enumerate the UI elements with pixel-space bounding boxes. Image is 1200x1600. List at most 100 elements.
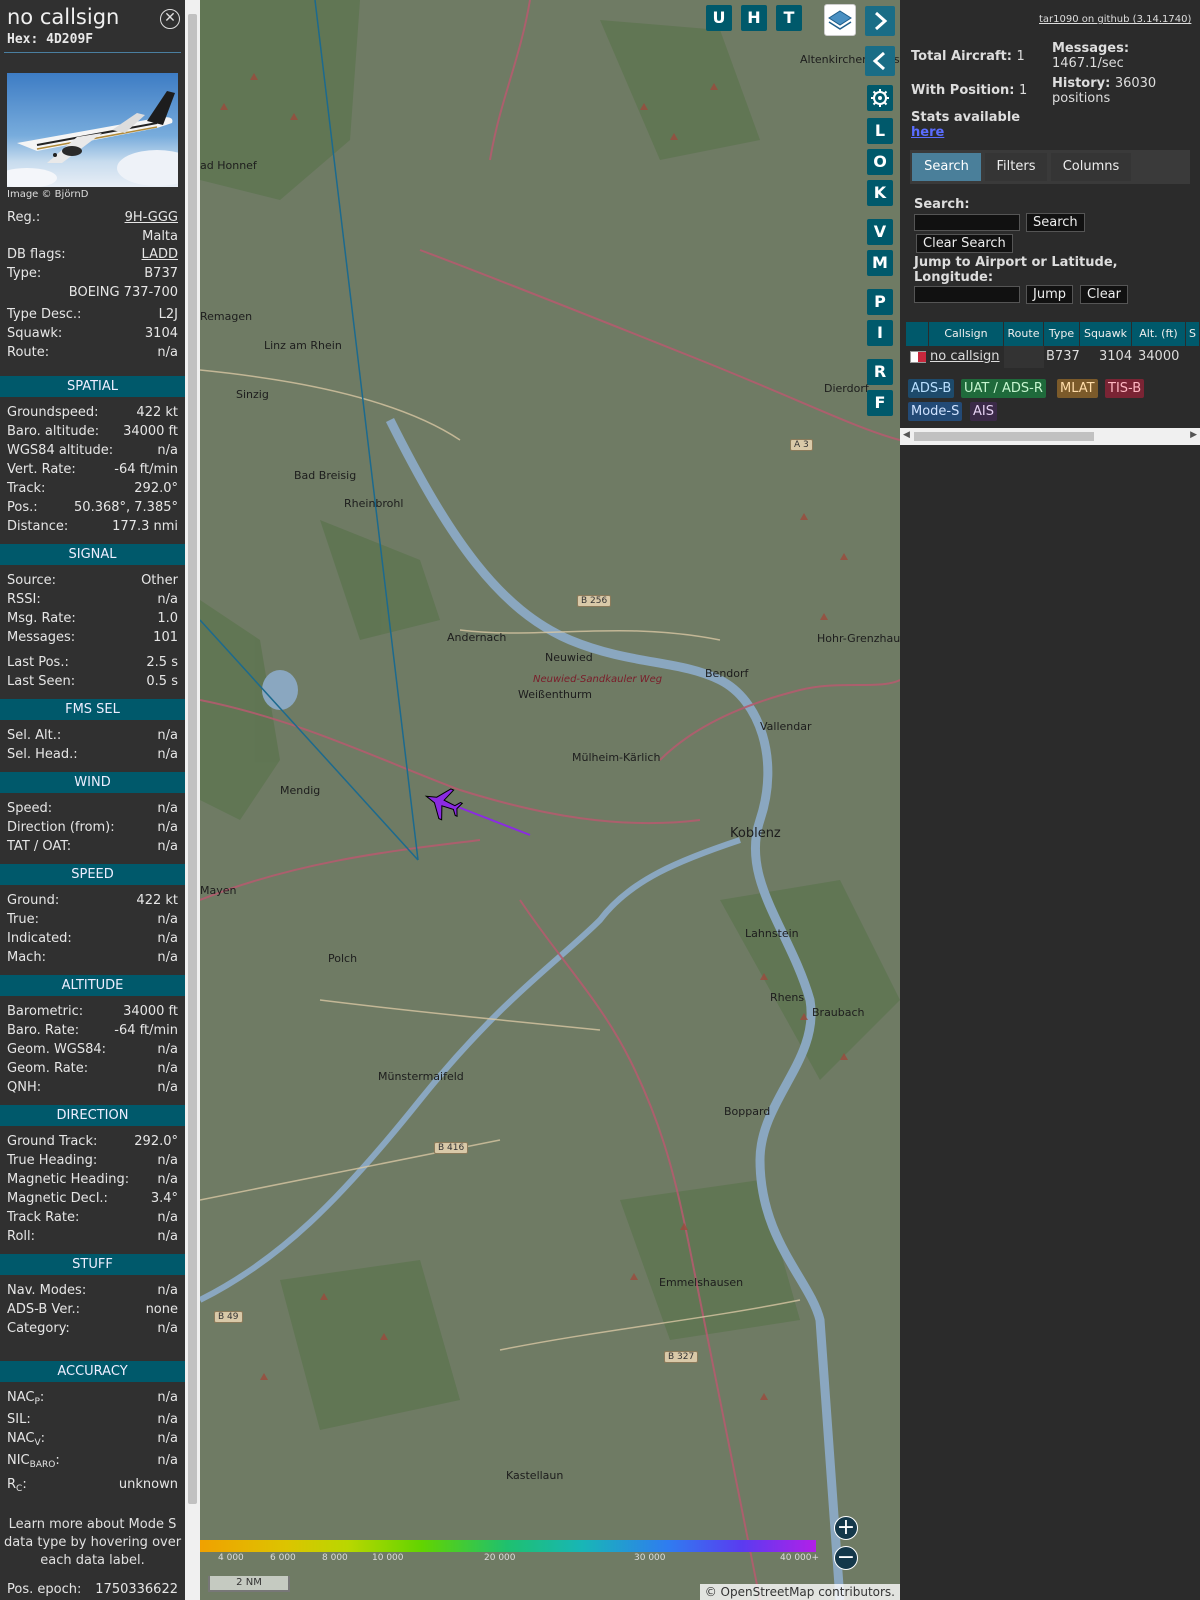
collapse-left-icon[interactable] bbox=[865, 46, 895, 76]
row-callsign[interactable]: no callsign bbox=[930, 346, 1000, 368]
place-label: Weißenthurm bbox=[518, 688, 593, 701]
section-spatial: SPATIAL bbox=[0, 376, 185, 397]
zoom-out-icon[interactable]: − bbox=[834, 1546, 858, 1570]
info-row-rc: RC: unknown bbox=[7, 1477, 178, 1494]
place-label: Neuwied-Sandkauler Weg bbox=[533, 674, 663, 685]
layers-icon[interactable] bbox=[824, 4, 856, 36]
toggle-l-button[interactable]: L bbox=[867, 118, 893, 144]
toggle-u-button[interactable]: U bbox=[706, 5, 732, 31]
toggle-i-button[interactable]: I bbox=[867, 320, 893, 346]
col-route[interactable]: Route bbox=[1004, 322, 1044, 346]
tab-filters[interactable]: Filters bbox=[985, 153, 1047, 181]
section-accuracy: ACCURACY bbox=[0, 1361, 185, 1382]
section-speed: SPEED bbox=[0, 864, 185, 885]
info-row-reg: Reg.: 9H-GGG bbox=[7, 209, 178, 227]
row-squawk: 3104 bbox=[1099, 349, 1133, 364]
aircraft-marker bbox=[424, 788, 464, 821]
toggle-r-button[interactable]: R bbox=[867, 359, 893, 385]
info-row-nacv: NACV: n/a bbox=[7, 1431, 178, 1448]
place-label: Andernach bbox=[447, 631, 507, 644]
legend-ais: AIS bbox=[970, 402, 997, 421]
place-label: Polch bbox=[328, 952, 358, 965]
table-horizontal-scrollbar[interactable]: ◀ ▶ bbox=[900, 428, 1200, 445]
info-row: Sel. Head.: n/a bbox=[7, 747, 178, 762]
github-link[interactable]: tar1090 on github (3.14.1740) bbox=[1039, 14, 1191, 25]
col-type[interactable]: Type bbox=[1044, 322, 1080, 346]
col-altitude[interactable]: Alt. (ft) bbox=[1132, 322, 1186, 346]
col-flag[interactable] bbox=[906, 322, 929, 346]
col-speed[interactable]: S bbox=[1186, 322, 1200, 346]
stats-here-link[interactable]: here bbox=[911, 125, 944, 140]
info-row: True: n/a bbox=[7, 912, 178, 927]
info-row: Indicated: n/a bbox=[7, 931, 178, 946]
info-row: Baro. Rate: -64 ft/min bbox=[7, 1023, 178, 1038]
scrollbar-thumb[interactable] bbox=[188, 14, 197, 1504]
toggle-k-button[interactable]: K bbox=[867, 180, 893, 206]
info-row: Msg. Rate: 1.0 bbox=[7, 611, 178, 626]
info-row: Geom. Rate: n/a bbox=[7, 1061, 178, 1076]
stat-messages: Messages: 1467.1/sec bbox=[1052, 41, 1130, 71]
section-direction: DIRECTION bbox=[0, 1105, 185, 1126]
tab-search[interactable]: Search bbox=[912, 153, 981, 181]
toggle-f-button[interactable]: F bbox=[867, 390, 893, 416]
info-row-country: Malta bbox=[142, 229, 178, 244]
toggle-m-button[interactable]: M bbox=[867, 250, 893, 276]
place-label: Koblenz bbox=[730, 826, 781, 841]
info-row: Track Rate: n/a bbox=[7, 1210, 178, 1225]
search-button[interactable]: Search bbox=[1026, 213, 1085, 232]
altitude-color-legend bbox=[200, 1540, 816, 1552]
scale-bar: 2 NM bbox=[208, 1576, 290, 1592]
col-squawk[interactable]: Squawk bbox=[1080, 322, 1132, 346]
expand-right-icon[interactable] bbox=[865, 6, 895, 36]
info-row: ADS-B Ver.: none bbox=[7, 1302, 178, 1317]
table-row[interactable]: no callsign B737 3104 34000 bbox=[906, 346, 1200, 368]
place-label: Hohr-Grenzhaus bbox=[817, 632, 900, 645]
scrollbar-thumb[interactable] bbox=[914, 432, 1094, 441]
jump-button[interactable]: Jump bbox=[1026, 285, 1073, 304]
scroll-left-icon[interactable]: ◀ bbox=[903, 430, 910, 440]
place-label: Neuwied bbox=[545, 651, 593, 664]
toggle-t-button[interactable]: T bbox=[776, 5, 802, 31]
dbflags-link[interactable]: LADD bbox=[142, 246, 178, 264]
info-row: Roll: n/a bbox=[7, 1229, 178, 1244]
registration-link[interactable]: 9H-GGG bbox=[125, 209, 178, 227]
toggle-v-button[interactable]: V bbox=[867, 219, 893, 245]
map-attribution[interactable]: © OpenStreetMap contributors. bbox=[699, 1584, 900, 1600]
info-row: Geom. WGS84: n/a bbox=[7, 1042, 178, 1057]
clear-search-button[interactable]: Clear Search bbox=[916, 234, 1013, 253]
toggle-h-button[interactable]: H bbox=[741, 5, 767, 31]
col-callsign[interactable]: Callsign bbox=[929, 322, 1004, 346]
section-stuff: STUFF bbox=[0, 1254, 185, 1275]
map-view[interactable]: Altenkirchen (Westerwald) ad Honnef Rema… bbox=[200, 0, 900, 1600]
zoom-in-icon[interactable]: + bbox=[834, 1516, 858, 1540]
flag-icon bbox=[910, 351, 926, 363]
toggle-p-button[interactable]: P bbox=[867, 289, 893, 315]
tab-columns[interactable]: Columns bbox=[1051, 153, 1131, 181]
info-row: Vert. Rate: -64 ft/min bbox=[7, 462, 178, 477]
search-input[interactable] bbox=[914, 214, 1020, 231]
info-row-nacp: NACP: n/a bbox=[7, 1390, 178, 1407]
aircraft-photo[interactable] bbox=[7, 73, 178, 187]
place-label: Bad Breisig bbox=[294, 469, 357, 482]
info-panel-scrollbar[interactable] bbox=[185, 0, 200, 1600]
place-label: Remagen bbox=[200, 310, 253, 323]
legend-modes: Mode-S bbox=[908, 402, 963, 421]
place-label: Bendorf bbox=[705, 667, 749, 680]
info-row: Track: 292.0° bbox=[7, 481, 178, 496]
road-shield: B 416 bbox=[434, 1142, 469, 1154]
place-label: Linz am Rhein bbox=[264, 339, 342, 352]
close-info-icon[interactable]: ✕ bbox=[160, 9, 180, 29]
clear-button[interactable]: Clear bbox=[1080, 285, 1128, 304]
info-row: QNH: n/a bbox=[7, 1080, 178, 1095]
place-label: Rhens bbox=[770, 991, 805, 1004]
sidebar: tar1090 on github (3.14.1740) Total Airc… bbox=[900, 0, 1200, 1600]
place-label: Kastellaun bbox=[506, 1469, 564, 1482]
settings-gear-icon[interactable] bbox=[867, 85, 893, 111]
section-altitude: ALTITUDE bbox=[0, 975, 185, 996]
toggle-o-button[interactable]: O bbox=[867, 149, 893, 175]
scroll-right-icon[interactable]: ▶ bbox=[1190, 430, 1197, 440]
legend-uat: UAT / ADS-R bbox=[961, 379, 1046, 398]
jump-input[interactable] bbox=[914, 286, 1020, 303]
search-label: Search: bbox=[914, 197, 970, 212]
stats-available: Stats available here bbox=[911, 110, 1021, 140]
